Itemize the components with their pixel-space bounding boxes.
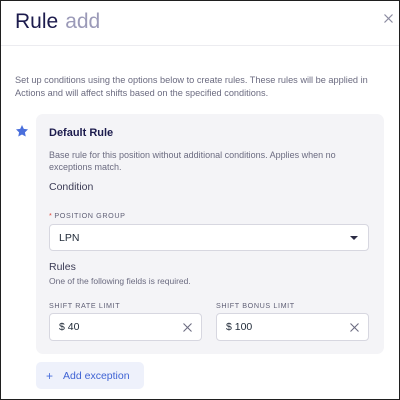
shift-rate-limit-input[interactable] (59, 321, 169, 333)
default-rule-card: Default Rule Base rule for this position… (36, 114, 384, 354)
close-icon (383, 13, 393, 23)
add-exception-button[interactable]: + Add exception (36, 362, 144, 389)
shift-bonus-limit-input[interactable] (226, 321, 336, 333)
dialog-title-main: Rule (15, 10, 59, 33)
position-group-label-text: POSITION GROUP (54, 211, 126, 220)
caret-down-icon (350, 236, 358, 240)
dialog-description: Set up conditions using the options belo… (15, 75, 368, 98)
shift-bonus-limit-label: SHIFT BONUS LIMIT (216, 301, 295, 310)
add-exception-label: Add exception (63, 369, 130, 382)
shift-rate-limit-label: SHIFT RATE LIMIT (49, 301, 121, 310)
clear-icon[interactable] (183, 323, 192, 332)
dialog-title: Rule add (15, 10, 100, 34)
header-divider (1, 45, 399, 46)
position-group-value: LPN (59, 231, 80, 244)
rules-help-text: One of the following fields is required. (49, 276, 191, 286)
rules-heading: Rules (49, 261, 76, 273)
required-marker: * (49, 211, 53, 220)
dialog-title-sub: add (65, 10, 101, 33)
shift-bonus-limit-field[interactable] (216, 313, 369, 341)
shift-rate-limit-field[interactable] (49, 313, 202, 341)
close-button[interactable] (381, 11, 395, 25)
default-rule-title: Default Rule (49, 127, 114, 139)
rule-add-dialog: Rule add Set up conditions using the opt… (0, 0, 400, 400)
star-icon (15, 125, 29, 137)
position-group-select[interactable]: LPN (49, 224, 369, 251)
position-group-label: * POSITION GROUP (49, 211, 126, 220)
condition-heading: Condition (49, 181, 94, 193)
default-rule-description: Base rule for this position without addi… (49, 150, 336, 172)
clear-icon[interactable] (350, 323, 359, 332)
plus-icon: + (46, 368, 54, 383)
